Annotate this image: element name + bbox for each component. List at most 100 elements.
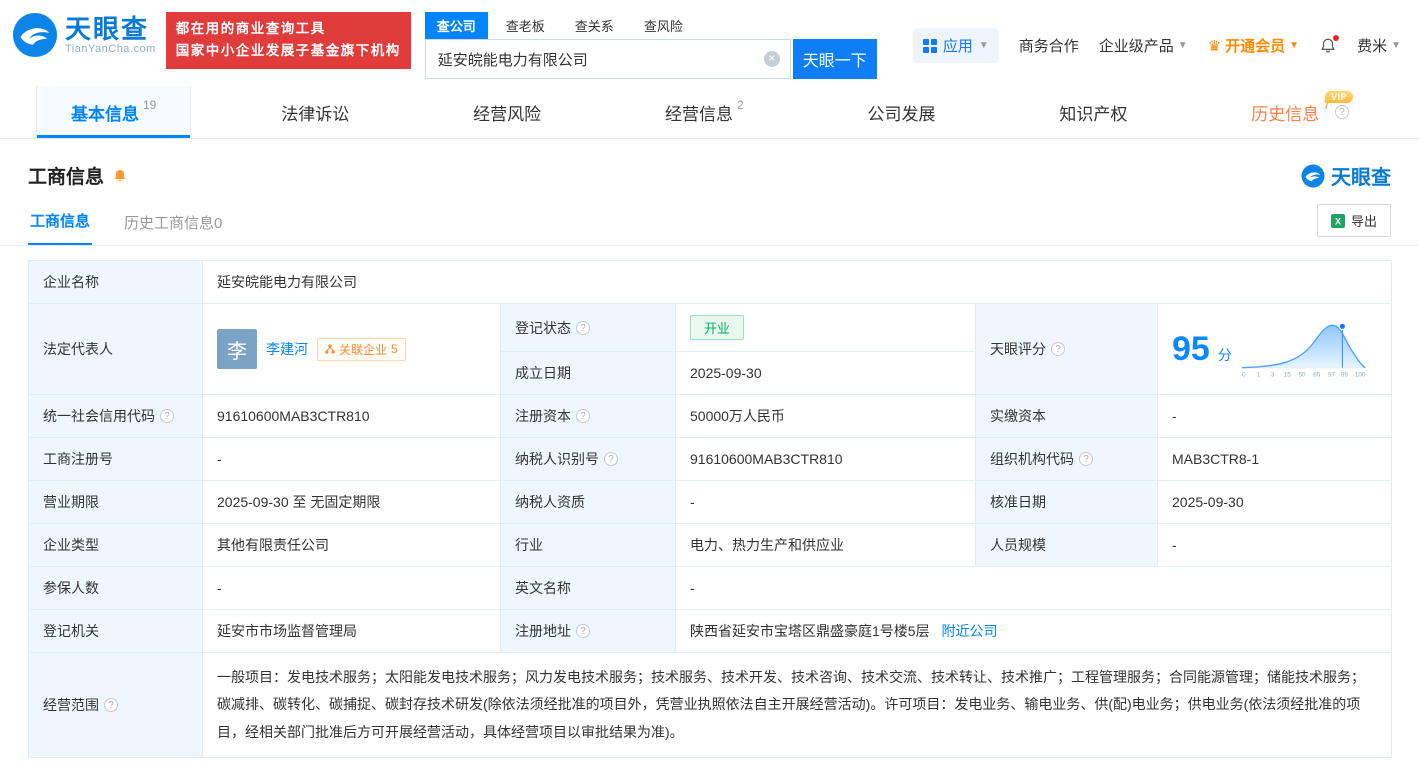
tab-label: 知识产权 bbox=[1059, 104, 1128, 124]
section-title: 工商信息 bbox=[28, 162, 128, 189]
nav-business-cooperation[interactable]: 商务合作 bbox=[1019, 35, 1079, 56]
search-tab-boss[interactable]: 查老板 bbox=[494, 12, 557, 39]
score-unit: 分 bbox=[1217, 347, 1232, 363]
brand-name: 天眼查 bbox=[65, 13, 150, 44]
clear-search-icon[interactable]: × bbox=[763, 51, 780, 67]
site-header: 天眼查 TianYanCha.com 都在用的商业查询工具 国家中小企业发展子基… bbox=[0, 0, 1419, 86]
help-icon[interactable]: ? bbox=[576, 409, 590, 423]
nav-open-membership-label: 开通会员 bbox=[1225, 38, 1286, 55]
search-input[interactable] bbox=[425, 40, 790, 78]
tab-legal-litigation[interactable]: 法律诉讼 bbox=[247, 86, 383, 138]
nav-enterprise-products-label: 企业级产品 bbox=[1098, 38, 1174, 55]
field-label: 企业名称 bbox=[28, 260, 203, 304]
nav-business-cooperation-label: 商务合作 bbox=[1018, 38, 1079, 55]
credit-code-value: 91610600MAB3CTR810 bbox=[202, 394, 501, 438]
svg-text:1: 1 bbox=[1257, 372, 1261, 379]
tab-basic-info[interactable]: 基本信息 19 bbox=[36, 86, 192, 138]
help-icon[interactable]: ? bbox=[576, 624, 590, 638]
field-label: 营业期限 bbox=[28, 480, 203, 524]
subtab-business-info[interactable]: 工商信息 bbox=[28, 198, 93, 245]
search-tab-risk[interactable]: 查风险 bbox=[632, 12, 695, 39]
legal-rep-link[interactable]: 李建河 bbox=[266, 339, 308, 359]
watermark-logo: 天眼查 bbox=[1301, 161, 1391, 190]
staff-size-value: - bbox=[1156, 523, 1393, 567]
user-menu[interactable]: 费米 ▼ bbox=[1357, 35, 1401, 56]
company-name-value: 延安皖能电力有限公司 bbox=[201, 260, 1393, 304]
tab-operation-info[interactable]: 经营信息 2 bbox=[631, 86, 778, 138]
search-box: × bbox=[424, 39, 791, 79]
table-row: 经营范围? 一般项目：发电技术服务；太阳能发电技术服务；风力发电技术服务；技术服… bbox=[28, 652, 1393, 758]
tab-operation-risk[interactable]: 经营风险 bbox=[439, 86, 575, 138]
help-icon[interactable]: ? bbox=[1051, 342, 1065, 356]
subscribe-bell-icon[interactable] bbox=[112, 168, 128, 184]
taxpayer-id-value: 91610600MAB3CTR810 bbox=[675, 437, 976, 481]
help-icon[interactable]: ? bbox=[1079, 452, 1093, 466]
avatar[interactable]: 李 bbox=[217, 329, 257, 369]
related-count: 5 bbox=[391, 342, 398, 356]
svg-text:100: 100 bbox=[1355, 372, 1366, 379]
tab-label: 经营信息 bbox=[664, 104, 733, 124]
crown-icon: ♛ bbox=[1207, 37, 1222, 55]
svg-text:3: 3 bbox=[1271, 372, 1275, 379]
site-logo[interactable]: 天眼查 TianYanCha.com bbox=[12, 12, 156, 58]
svg-text:97: 97 bbox=[1328, 372, 1336, 379]
export-button[interactable]: X 导出 bbox=[1316, 204, 1391, 237]
search-tab-company[interactable]: 查公司 bbox=[424, 12, 488, 39]
field-label: 组织机构代码? bbox=[975, 437, 1158, 481]
chevron-down-icon: ▼ bbox=[978, 40, 989, 51]
svg-text:0: 0 bbox=[1242, 372, 1246, 379]
table-row: 参保人数 - 英文名称 - bbox=[28, 566, 1393, 610]
field-label: 参保人数 bbox=[28, 566, 203, 610]
tab-label: 历史信息 bbox=[1251, 104, 1320, 124]
field-label: 经营范围? bbox=[28, 652, 203, 758]
nav-enterprise-products[interactable]: 企业级产品 ▼ bbox=[1099, 35, 1188, 56]
slogan-banner: 都在用的商业查询工具 国家中小企业发展子基金旗下机构 bbox=[165, 12, 411, 69]
establish-date-value: 2025-09-30 bbox=[675, 351, 976, 395]
reg-address-value: 陕西省延安市宝塔区鼎盛豪庭1号楼5层 bbox=[690, 623, 930, 639]
field-label: 纳税人识别号? bbox=[500, 437, 676, 481]
industry-value: 电力、热力生产和供应业 bbox=[675, 523, 976, 567]
table-row: 登记机关 延安市市场监督管理局 注册地址? 陕西省延安市宝塔区鼎盛豪庭1号楼5层… bbox=[28, 609, 1393, 653]
slogan-line2: 国家中小企业发展子基金旗下机构 bbox=[175, 43, 401, 59]
table-row: 工商注册号 - 纳税人识别号? 91610600MAB3CTR810 组织机构代… bbox=[28, 437, 1393, 481]
related-companies-badge[interactable]: 关联企业 5 bbox=[317, 337, 406, 361]
notification-bell[interactable] bbox=[1319, 34, 1340, 55]
field-label: 统一社会信用代码? bbox=[28, 394, 203, 438]
help-icon[interactable]: ? bbox=[104, 697, 118, 712]
org-code-value: MAB3CTR8-1 bbox=[1156, 437, 1393, 481]
search-tab-relation[interactable]: 查关系 bbox=[563, 12, 626, 39]
svg-text:15: 15 bbox=[1284, 372, 1292, 379]
field-label: 注册地址? bbox=[500, 609, 676, 653]
score-distribution-chart: 0 1 3 15 50 85 97 99 100 bbox=[1241, 322, 1366, 379]
subtab-bar: 工商信息 历史工商信息0 X 导出 bbox=[0, 200, 1419, 246]
reg-status-cell: 开业 bbox=[675, 303, 976, 352]
status-badge: 开业 bbox=[690, 315, 745, 340]
tianyan-score-cell: 95 分 0 1 3 15 50 85 97 99 100 bbox=[1156, 303, 1393, 395]
field-label: 工商注册号 bbox=[28, 437, 203, 481]
apps-menu[interactable]: 应用 ▼ bbox=[912, 28, 999, 63]
nearby-companies-link[interactable]: 附近公司 bbox=[941, 623, 997, 639]
search-button[interactable]: 天眼一下 bbox=[792, 39, 877, 79]
tab-label: 经营风险 bbox=[473, 104, 542, 124]
help-icon[interactable]: ? bbox=[604, 452, 618, 466]
tab-history-info[interactable]: VIP 历史信息 7 ? bbox=[1217, 86, 1383, 138]
table-row: 企业名称 延安皖能电力有限公司 bbox=[28, 260, 1393, 304]
vip-badge: VIP bbox=[1324, 91, 1353, 103]
tab-label: 公司发展 bbox=[867, 104, 936, 124]
related-label: 关联企业 bbox=[339, 342, 388, 357]
excel-icon: X bbox=[1330, 213, 1345, 228]
help-icon[interactable]: ? bbox=[576, 320, 590, 335]
tab-label: 法律诉讼 bbox=[281, 104, 350, 124]
tab-intellectual-property[interactable]: 知识产权 bbox=[1025, 86, 1161, 138]
help-icon[interactable]: ? bbox=[1334, 105, 1349, 119]
slogan-line1: 都在用的商业查询工具 bbox=[175, 21, 326, 36]
subtab-history-business-info[interactable]: 历史工商信息0 bbox=[122, 200, 224, 245]
help-icon[interactable]: ? bbox=[160, 409, 174, 423]
field-label: 注册资本? bbox=[500, 394, 676, 438]
field-label: 行业 bbox=[500, 523, 676, 567]
username: 费米 bbox=[1357, 38, 1388, 55]
field-label: 登记状态? bbox=[500, 303, 676, 352]
nav-open-membership[interactable]: ♛ 开通会员 ▼ bbox=[1208, 35, 1299, 56]
tab-company-development[interactable]: 公司发展 bbox=[834, 86, 970, 138]
field-label: 企业类型 bbox=[28, 523, 203, 567]
